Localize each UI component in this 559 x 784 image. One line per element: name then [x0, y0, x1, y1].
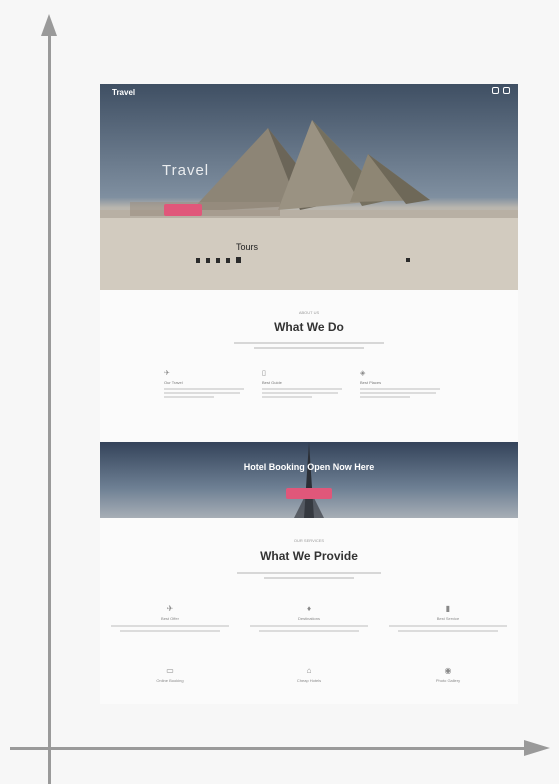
site-logo[interactable]: Travel [112, 88, 135, 97]
banner-title: Hotel Booking Open Now Here [243, 462, 375, 472]
hotel-icon: ⌂ [306, 666, 312, 675]
vertical-axis-line [48, 30, 51, 784]
feature-title: Our Travel [164, 380, 183, 385]
service-title: Cheap Hotels [296, 678, 322, 683]
eiffel-tower-photo [294, 442, 324, 518]
plane-icon: ✈ [166, 604, 174, 613]
pyramids-photo [100, 120, 518, 290]
about-eyebrow: ABOUT US [298, 310, 320, 315]
service-title: Photo Gallery [435, 678, 461, 683]
what-we-do-title: What We Do [274, 320, 344, 334]
service-item: ◉ Photo Gallery [388, 666, 508, 687]
service-item: ✈ Best Offer [110, 604, 230, 635]
suitcase-icon: ▮ [445, 604, 451, 613]
monitor-icon: ▭ [166, 666, 174, 675]
service-title: Online Booking [156, 678, 184, 683]
service-item: ▮ Best Service [388, 604, 508, 635]
map-icon: ✈ [164, 370, 170, 377]
globe-icon: ◈ [360, 370, 366, 377]
hero-title: Travel [162, 162, 210, 179]
up-arrow-icon [41, 14, 57, 36]
website-page-preview: Travel Travel Tours ABOUT US What We Do … [100, 84, 518, 704]
service-title: Destinations [297, 616, 320, 621]
feature-card: ◈ Best Places [360, 370, 442, 400]
service-title: Best Offer [161, 616, 179, 621]
service-item: ♦ Destinations [249, 604, 369, 635]
search-icon[interactable] [492, 87, 499, 94]
what-we-do-lead [230, 342, 388, 354]
pin-icon: ♦ [306, 604, 312, 613]
booking-banner: Hotel Booking Open Now Here [100, 442, 518, 518]
hero-section: Travel Travel Tours [100, 84, 518, 290]
what-we-provide-title: What We Provide [260, 549, 358, 563]
book-now-button[interactable] [286, 488, 332, 499]
document-icon: ▯ [262, 370, 266, 377]
service-item: ⌂ Cheap Hotels [249, 666, 369, 687]
feature-title: Best Places [360, 380, 382, 385]
header-icons [492, 87, 510, 94]
service-item: ▭ Online Booking [110, 666, 230, 687]
feature-card: ▯ Best Guide [262, 370, 344, 400]
camera-icon: ◉ [444, 666, 452, 675]
feature-title: Best Guide [262, 380, 282, 385]
what-we-provide-lead [230, 572, 388, 584]
horizontal-axis-line [10, 747, 528, 750]
hero-cta-button[interactable] [164, 204, 202, 216]
hero-subtitle: Tours [236, 242, 259, 252]
menu-icon[interactable] [503, 87, 510, 94]
services-eyebrow: OUR SERVICES [293, 538, 325, 543]
service-title: Best Service [436, 616, 460, 621]
feature-card: ✈ Our Travel [164, 370, 246, 400]
right-arrow-icon [524, 740, 550, 756]
